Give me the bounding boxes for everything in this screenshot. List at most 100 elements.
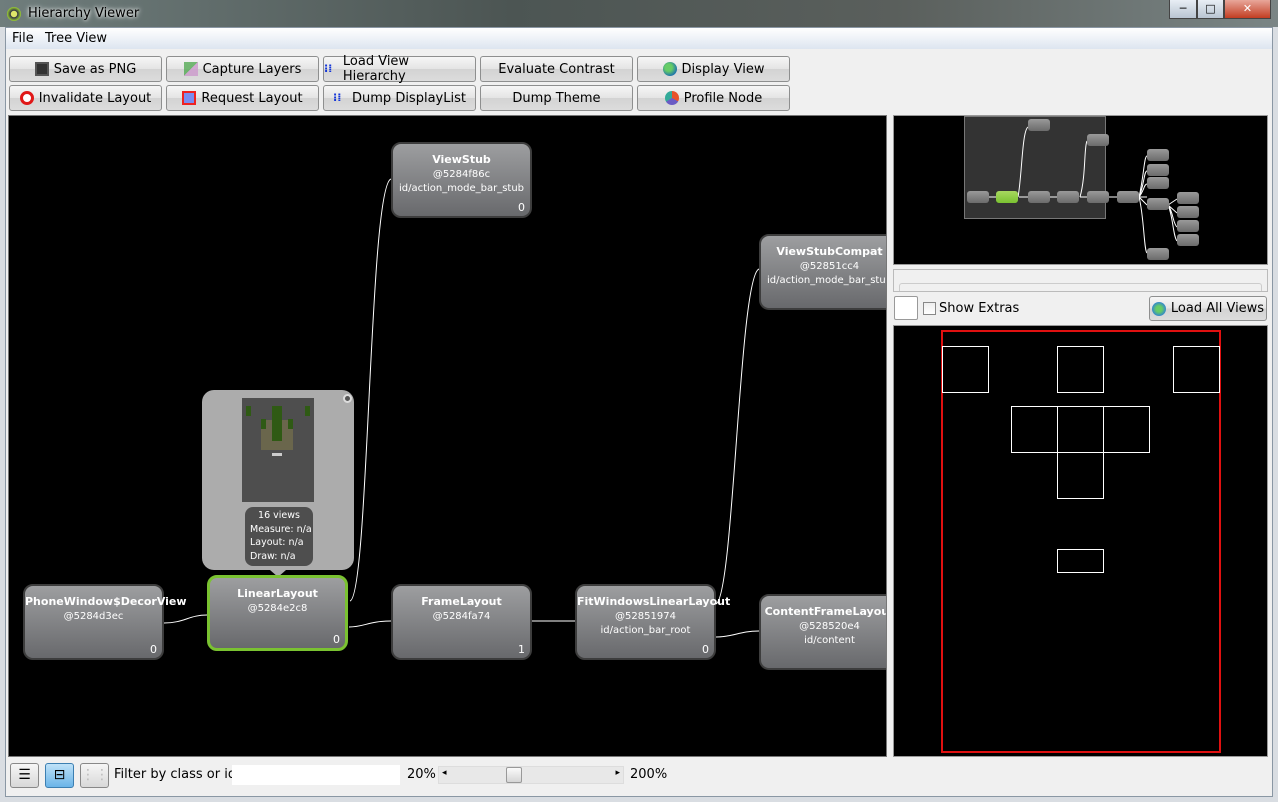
dump-theme-button[interactable]: Dump Theme bbox=[480, 85, 633, 111]
overview-node bbox=[1028, 191, 1050, 203]
layers-icon bbox=[183, 62, 198, 76]
node-id: id/action_bar_root bbox=[600, 625, 691, 636]
tree-node[interactable]: FrameLayout @5284fa74 1 bbox=[391, 584, 532, 660]
node-id: id/action_mode_bar_stub bbox=[398, 183, 525, 194]
tree-edge bbox=[715, 630, 760, 638]
layout-rect bbox=[942, 346, 989, 393]
maximize-button[interactable]: □ bbox=[1197, 0, 1224, 19]
menu-tree-view[interactable]: Tree View bbox=[45, 31, 107, 46]
tree-node[interactable]: FitWindowsLinearLayout @52851974 id/acti… bbox=[575, 584, 730, 660]
overview-node bbox=[1087, 191, 1109, 203]
list-view-icon[interactable]: ☰ bbox=[10, 763, 39, 788]
dump-theme-label: Dump Theme bbox=[512, 90, 601, 106]
overview-node bbox=[996, 191, 1018, 203]
node-index: 0 bbox=[150, 643, 157, 656]
floppy-icon bbox=[34, 62, 49, 76]
globe-icon bbox=[662, 62, 677, 76]
node-hash: @528520e4 bbox=[799, 621, 860, 632]
overview-node bbox=[1177, 220, 1199, 232]
display-view-label: Display View bbox=[681, 61, 765, 77]
node-class: ViewStub bbox=[432, 153, 491, 166]
tree-view-icon[interactable]: ⊟ bbox=[45, 763, 74, 788]
menu-file[interactable]: File bbox=[12, 31, 34, 46]
layout-time: Layout: n/a bbox=[250, 537, 304, 548]
title-bar bbox=[0, 0, 1278, 27]
layout-rect bbox=[1057, 346, 1104, 393]
zoom-slider[interactable]: ◂ ▸ bbox=[438, 766, 624, 784]
layout-rect bbox=[1173, 346, 1220, 393]
node-hash: @5284d3ec bbox=[63, 611, 124, 622]
tree-node[interactable]: ViewStubCompat @52851cc4 id/action_mode_… bbox=[759, 234, 887, 310]
display-view-button[interactable]: Display View bbox=[637, 56, 790, 82]
overview-node bbox=[1147, 164, 1169, 176]
tree-node[interactable]: LinearLayout @5284e2c8 0 bbox=[207, 575, 348, 651]
slider-left-arrow-icon[interactable]: ◂ bbox=[442, 768, 447, 778]
request-layout-icon bbox=[182, 91, 197, 105]
hierarchy-icon: ⁝⁞ bbox=[333, 91, 342, 104]
zoom-min-label: 20% bbox=[407, 767, 436, 782]
tree-edge bbox=[349, 178, 392, 602]
profile-node-button[interactable]: Profile Node bbox=[637, 85, 790, 111]
close-button[interactable]: ✕ bbox=[1224, 0, 1271, 19]
node-class: ContentFrameLayout bbox=[764, 605, 887, 618]
node-hash: @52851cc4 bbox=[799, 261, 860, 272]
minimize-button[interactable]: ─ bbox=[1169, 0, 1197, 19]
load-view-hierarchy-button[interactable]: ⁝⁞ Load View Hierarchy bbox=[323, 54, 476, 84]
tree-overview[interactable] bbox=[893, 115, 1268, 265]
save-as-png-label: Save as PNG bbox=[53, 61, 137, 77]
node-index: 0 bbox=[518, 201, 525, 214]
node-hash: @52851974 bbox=[615, 611, 676, 622]
invalidate-layout-button[interactable]: Invalidate Layout bbox=[9, 85, 162, 111]
node-class: ViewStubCompat bbox=[776, 245, 883, 258]
node-class: LinearLayout bbox=[237, 587, 318, 600]
tree-node[interactable]: ViewStub @5284f86c id/action_mode_bar_st… bbox=[391, 142, 532, 218]
layout-rect bbox=[1103, 406, 1150, 453]
node-id: id/action_mode_bar_stub bbox=[766, 275, 887, 286]
selected-bounds bbox=[941, 330, 1221, 753]
load-all-views-button[interactable]: Load All Views bbox=[1149, 296, 1267, 321]
save-as-png-button[interactable]: Save as PNG bbox=[9, 56, 162, 82]
view-thumbnail bbox=[242, 398, 314, 502]
capture-layers-label: Capture Layers bbox=[202, 61, 302, 77]
overview-node bbox=[1028, 119, 1050, 131]
tree-canvas[interactable]: 16 views Measure: n/a Layout: n/a Draw: … bbox=[8, 115, 887, 757]
layout-rect bbox=[1011, 406, 1058, 453]
tree-node[interactable]: PhoneWindow$DecorView @5284d3ec 0 bbox=[23, 584, 187, 660]
grid-view-icon[interactable]: ⋮⋮ bbox=[80, 763, 109, 788]
layout-rect bbox=[1057, 549, 1104, 573]
measure-time: Measure: n/a bbox=[250, 523, 312, 535]
window-title: Hierarchy Viewer bbox=[28, 6, 140, 21]
request-layout-label: Request Layout bbox=[201, 90, 303, 106]
dump-displaylist-label: Dump DisplayList bbox=[352, 90, 466, 106]
request-layout-button[interactable]: Request Layout bbox=[166, 85, 319, 111]
capture-layers-button[interactable]: Capture Layers bbox=[166, 56, 319, 82]
overview-node bbox=[1147, 149, 1169, 161]
node-hash: @5284e2c8 bbox=[247, 603, 308, 614]
overview-node bbox=[1087, 134, 1109, 146]
filter-input[interactable] bbox=[232, 765, 400, 785]
layout-rect bbox=[1057, 452, 1104, 499]
tree-node[interactable]: ContentFrameLayout @528520e4 id/content bbox=[759, 594, 887, 670]
slider-right-arrow-icon[interactable]: ▸ bbox=[615, 768, 620, 778]
evaluate-contrast-label: Evaluate Contrast bbox=[498, 61, 615, 77]
show-extras-checkbox[interactable] bbox=[923, 302, 936, 315]
overview-node bbox=[1147, 198, 1169, 210]
color-swatch-button[interactable] bbox=[894, 296, 918, 320]
invalidate-layout-label: Invalidate Layout bbox=[38, 90, 152, 106]
node-hash: @5284f86c bbox=[432, 169, 491, 180]
tree-edge bbox=[715, 268, 760, 605]
dump-displaylist-button[interactable]: ⁝⁞ Dump DisplayList bbox=[323, 85, 476, 111]
bottom-bar: ☰ ⊟ ⋮⋮ Filter by class or id: 20% ◂ ▸ 20… bbox=[8, 760, 1273, 790]
node-index: 1 bbox=[518, 643, 525, 656]
zoom-slider-thumb[interactable] bbox=[506, 767, 522, 783]
node-class: PhoneWindow$DecorView bbox=[25, 595, 187, 608]
app-icon bbox=[7, 7, 21, 21]
properties-strip bbox=[893, 269, 1268, 292]
overview-node bbox=[1117, 191, 1139, 203]
node-index: 0 bbox=[702, 643, 709, 656]
node-id: id/content bbox=[804, 635, 855, 646]
layout-view[interactable] bbox=[893, 325, 1268, 757]
node-stats: 16 views Measure: n/a Layout: n/a Draw: … bbox=[245, 507, 313, 566]
evaluate-contrast-button[interactable]: Evaluate Contrast bbox=[480, 56, 633, 82]
close-popup-icon[interactable] bbox=[343, 394, 352, 403]
